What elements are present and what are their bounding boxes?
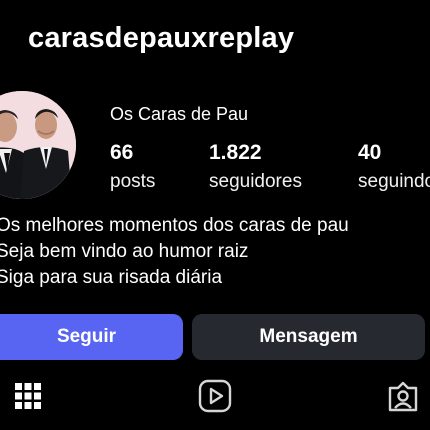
tab-grid[interactable] bbox=[10, 378, 46, 414]
following-label: seguindo bbox=[358, 171, 430, 192]
bio-line: Seja bem vindo ao humor raiz bbox=[0, 241, 249, 262]
avatar-photo bbox=[0, 91, 76, 199]
display-name: Os Caras de Pau bbox=[110, 104, 249, 124]
following-count: 40 bbox=[358, 141, 382, 164]
reels-icon bbox=[198, 379, 232, 413]
avatar[interactable] bbox=[0, 91, 76, 199]
stat-following[interactable]: 40 seguindo bbox=[358, 140, 430, 195]
bio-line: Os melhores momentos dos caras de pau bbox=[0, 215, 349, 236]
tab-tagged[interactable] bbox=[385, 378, 421, 414]
stat-followers[interactable]: 1.822 seguidores bbox=[209, 140, 302, 195]
grid-icon bbox=[15, 383, 41, 409]
tab-reels[interactable] bbox=[197, 378, 233, 414]
profile-username: carasdepauxreplay bbox=[28, 22, 295, 54]
follow-button[interactable]: Seguir bbox=[0, 314, 183, 360]
followers-count: 1.822 bbox=[209, 141, 262, 164]
bio-line: Siga para sua risada diária bbox=[0, 267, 223, 288]
profile-bio: Os melhores momentos dos caras de pau Se… bbox=[0, 213, 349, 291]
posts-label: posts bbox=[110, 171, 156, 192]
stat-posts[interactable]: 66 posts bbox=[110, 140, 155, 195]
posts-count: 66 bbox=[110, 141, 134, 164]
tagged-icon bbox=[388, 381, 418, 412]
message-button[interactable]: Mensagem bbox=[192, 314, 425, 360]
followers-label: seguidores bbox=[209, 171, 302, 192]
profile-screen: carasdepauxreplay Os Caras de Pau 66 pos… bbox=[0, 0, 430, 430]
